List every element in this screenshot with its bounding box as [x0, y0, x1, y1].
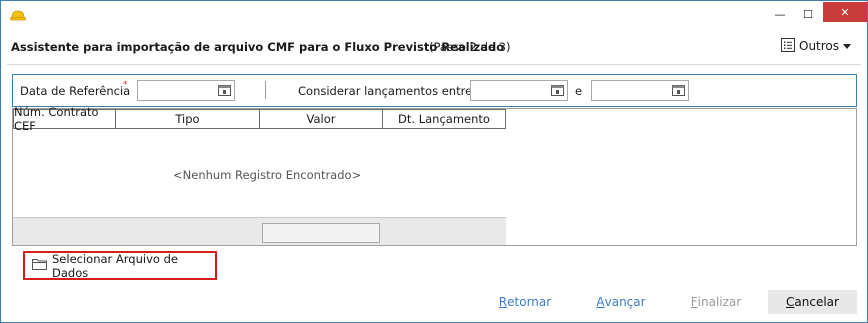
hardhat-icon — [10, 9, 26, 21]
required-marker: * — [123, 80, 128, 90]
wizard-step: (Passo 2 de 3) — [429, 40, 511, 54]
select-data-file-button[interactable]: Selecionar Arquivo de Dados — [23, 251, 217, 280]
title-bar: — ☐ ✕ — [1, 1, 867, 31]
finish-label: inalizar — [697, 295, 742, 309]
empty-grid-message: <Nenhum Registro Encontrado> — [173, 168, 362, 182]
reference-date-input[interactable] — [137, 80, 235, 101]
caret-down-icon — [843, 39, 852, 53]
maximize-icon: ☐ — [803, 7, 813, 21]
next-label: vançar — [604, 295, 646, 309]
finish-button[interactable]: Finalizar — [681, 290, 751, 314]
finish-accelerator: F — [690, 295, 698, 309]
range-end-input[interactable] — [591, 80, 689, 101]
minimize-button[interactable]: — — [765, 5, 795, 23]
grid-footer — [13, 217, 506, 245]
filter-panel: Data de Referência * Considerar lançamen… — [12, 74, 857, 107]
outros-label: Outros — [799, 39, 840, 53]
folder-icon — [32, 258, 47, 273]
column-header-date[interactable]: Dt. Lançamento — [383, 109, 506, 129]
range-label: Considerar lançamentos entre — [298, 84, 473, 98]
maximize-button[interactable]: ☐ — [793, 5, 823, 23]
range-start-input[interactable] — [470, 80, 568, 101]
column-header-value[interactable]: Valor — [260, 109, 383, 129]
cancel-label: ancelar — [794, 295, 839, 309]
reference-date-label: Data de Referência — [20, 84, 131, 98]
back-accelerator: R — [498, 295, 508, 309]
wizard-window: — ☐ ✕ Assistente para importação de arqu… — [0, 0, 868, 323]
list-icon — [781, 37, 795, 55]
calendar-icon[interactable] — [672, 84, 685, 96]
outros-menu-button[interactable]: Outros — [781, 37, 852, 55]
close-button[interactable]: ✕ — [823, 2, 867, 22]
range-and-label: e — [575, 84, 583, 98]
column-header-type[interactable]: Tipo — [116, 109, 260, 129]
back-button[interactable]: Retornar — [490, 290, 560, 314]
filter-divider — [265, 81, 266, 99]
calendar-icon[interactable] — [218, 84, 231, 96]
select-data-file-label: Selecionar Arquivo de Dados — [52, 251, 178, 280]
cancel-accelerator: C — [786, 295, 795, 309]
calendar-icon[interactable] — [551, 84, 564, 96]
next-button[interactable]: Avançar — [590, 290, 652, 314]
close-icon: ✕ — [840, 5, 850, 19]
next-accelerator: A — [596, 295, 605, 309]
back-label: etornar — [507, 295, 552, 309]
records-grid[interactable]: Núm. Contrato CEF Tipo Valor Dt. Lançame… — [12, 105, 857, 246]
cancel-button[interactable]: Cancelar — [768, 290, 857, 314]
column-header-contract[interactable]: Núm. Contrato CEF — [13, 105, 116, 133]
grid-footer-summary-cell — [262, 223, 380, 243]
minimize-icon: — — [774, 7, 786, 21]
header-divider — [7, 64, 861, 65]
